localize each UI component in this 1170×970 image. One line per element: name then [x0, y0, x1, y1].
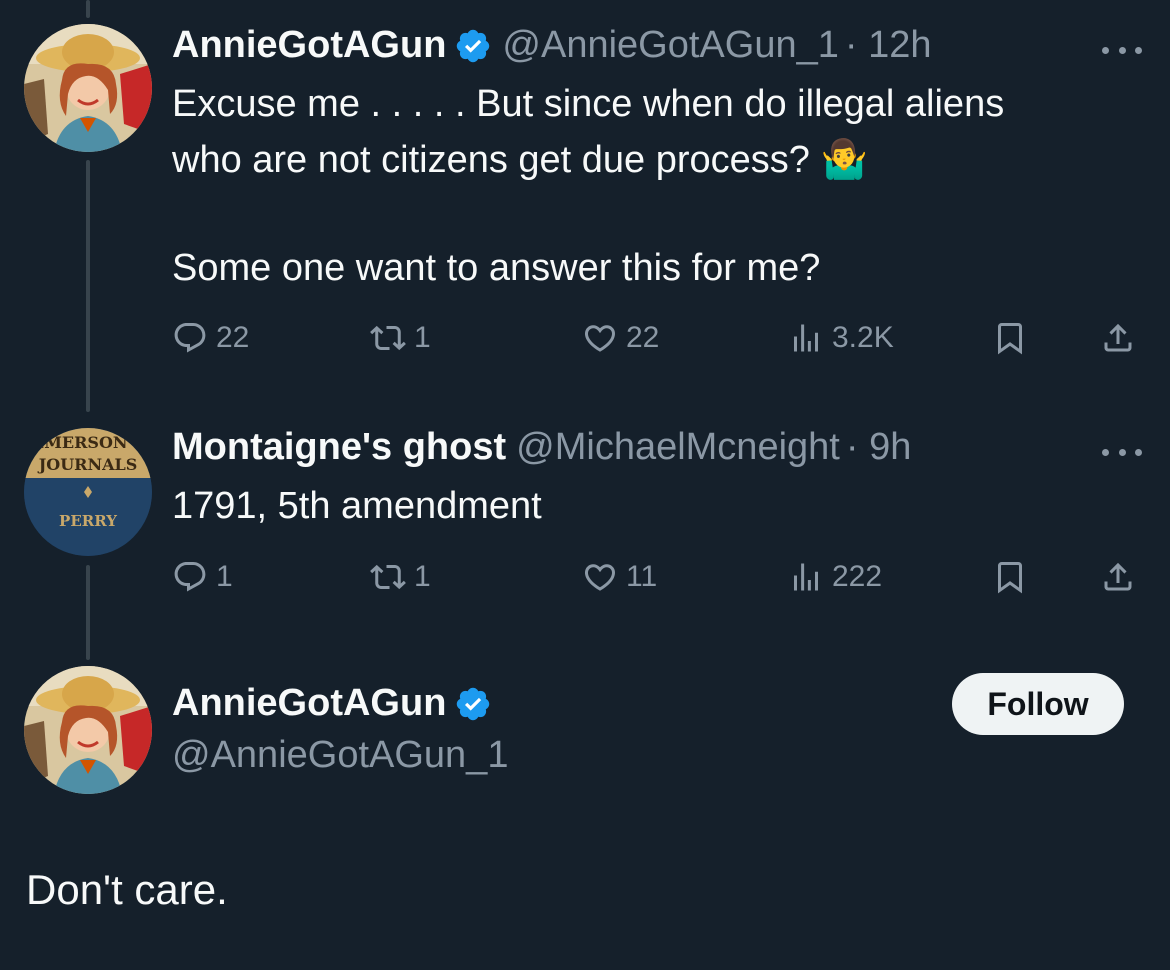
tweet2-reply-count: 1 — [216, 560, 233, 593]
tweet2-repost-button[interactable]: 1 — [370, 555, 431, 599]
tweet2-view-count: 222 — [832, 560, 883, 593]
tweet1-like-count: 22 — [626, 321, 660, 354]
avatar-annie-reply-image — [24, 666, 152, 794]
bookmark-icon — [998, 562, 1022, 594]
tweet1-text: Excuse me . . . . . But since when do il… — [172, 76, 1004, 296]
tweet2-reply-button[interactable]: 1 — [172, 555, 233, 599]
tweet1-handle[interactable]: @AnnieGotAGun_1 — [502, 24, 838, 67]
avatar-annie[interactable] — [24, 24, 152, 152]
tweet1-share-button[interactable] — [1100, 316, 1136, 360]
tweet2-text: 1791, 5th amendment — [172, 478, 542, 534]
thread-line-1 — [86, 160, 90, 412]
views-chart-icon — [794, 324, 818, 352]
tweet2-time[interactable]: · 9h — [846, 426, 911, 469]
tweet1-text-line-2: who are not citizens get due process? 🤷‍… — [172, 139, 868, 181]
tweet1-views-button[interactable]: 3.2K — [788, 316, 894, 360]
reply-icon — [174, 323, 206, 353]
tweet2-header: Montaigne's ghost @MichaelMcneight · 9h — [172, 426, 911, 469]
tweet1-text-line-1: Excuse me . . . . . But since when do il… — [172, 83, 1005, 125]
tweet2-author-name[interactable]: Montaigne's ghost — [172, 426, 506, 469]
thread-line-top — [86, 0, 90, 18]
tweet1-view-count: 3.2K — [832, 321, 894, 354]
follow-button[interactable]: Follow — [952, 673, 1124, 735]
tweet1-bookmark-button[interactable] — [992, 316, 1028, 360]
tweet1-actions: 22 1 22 3.2K — [0, 316, 1170, 360]
tweet1-reply-button[interactable]: 22 — [172, 316, 249, 360]
reply-author-handle-row: @AnnieGotAGun_1 — [172, 734, 508, 777]
tweet2-handle[interactable]: @MichaelMcneight — [516, 426, 840, 469]
tweet2-bookmark-button[interactable] — [992, 555, 1028, 599]
avatar-annie-image — [24, 24, 152, 152]
tweet1-like-button[interactable]: 22 — [582, 316, 659, 360]
tweet1-author-name[interactable]: AnnieGotAGun — [172, 24, 446, 67]
tweet2-views-button[interactable]: 222 — [788, 555, 882, 599]
tweet1-text-line-3 — [172, 188, 1004, 240]
avatar-annie-reply[interactable] — [24, 666, 152, 794]
tweet1-more-icon[interactable] — [1102, 42, 1142, 58]
tweet1-reply-count: 22 — [216, 321, 250, 354]
avatar-book-title: EMERSON'S — [32, 433, 144, 452]
repost-icon — [370, 325, 406, 351]
tweet2-like-count: 11 — [626, 560, 658, 593]
views-chart-icon — [794, 563, 818, 591]
tweet2-share-button[interactable] — [1100, 555, 1136, 599]
tweet1-repost-count: 1 — [414, 321, 431, 354]
reply-author-handle[interactable]: @AnnieGotAGun_1 — [172, 734, 508, 777]
verified-badge-icon — [457, 687, 490, 720]
verified-badge-icon — [457, 29, 490, 62]
tweet1-repost-button[interactable]: 1 — [370, 316, 431, 360]
tweet2-more-icon[interactable] — [1102, 444, 1142, 460]
avatar-montaigne[interactable]: EMERSON'S JOURNALS PERRY — [24, 428, 152, 556]
repost-icon — [370, 564, 406, 590]
tweet1-time[interactable]: · 12h — [845, 24, 932, 67]
tweet2-text-line: 1791, 5th amendment — [172, 485, 542, 527]
tweet1-text-line-4: Some one want to answer this for me? — [172, 247, 821, 289]
bookmark-icon — [998, 323, 1022, 355]
share-icon — [1104, 323, 1132, 352]
heart-icon — [584, 564, 616, 591]
reply-icon — [174, 562, 206, 592]
tweet2-repost-count: 1 — [414, 560, 431, 593]
tweet2-actions: 1 1 11 222 — [0, 555, 1170, 599]
reply-author-header: AnnieGotAGun — [172, 682, 492, 725]
avatar-montaigne-image: EMERSON'S JOURNALS PERRY — [24, 428, 152, 556]
reply-text: Don't care. — [26, 866, 228, 913]
tweet1-header: AnnieGotAGun @AnnieGotAGun_1 · 12h — [172, 24, 931, 67]
avatar-book-subtitle: JOURNALS — [37, 455, 138, 474]
tweet2-like-button[interactable]: 11 — [582, 555, 657, 599]
avatar-book-author: PERRY — [59, 512, 117, 530]
reply-author-name[interactable]: AnnieGotAGun — [172, 682, 446, 725]
heart-icon — [584, 325, 616, 352]
share-icon — [1104, 562, 1132, 591]
